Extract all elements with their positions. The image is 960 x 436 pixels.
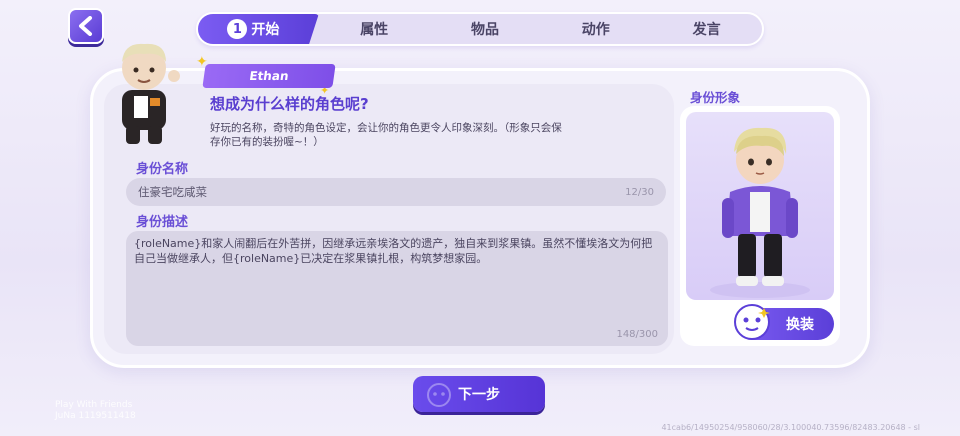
tab-label: 发言 xyxy=(692,22,721,38)
tab-speech[interactable]: 发言 xyxy=(651,14,762,44)
tab-start[interactable]: 1 开始 xyxy=(198,14,319,44)
appearance-title: 身份形象 xyxy=(690,90,741,105)
tab-label: 属性 xyxy=(360,22,389,38)
identity-desc-value: {roleName}和家人闹翻后在外苦拼，因继承远亲埃洛文的遗产，独自来到浆果镇… xyxy=(134,237,653,265)
identity-desc-textarea[interactable]: {roleName}和家人闹翻后在外苦拼，因继承远亲埃洛文的遗产，独自来到浆果镇… xyxy=(126,231,668,346)
page-title: 想成为什么样的角色呢? xyxy=(210,95,369,113)
mascot-watermark-icon xyxy=(427,383,451,407)
appearance-preview xyxy=(686,112,834,300)
tab-items[interactable]: 物品 xyxy=(430,14,541,44)
identity-name-value: 住豪宅吃咸菜 xyxy=(138,185,207,199)
step-tabs: 1 开始 属性 物品 动作 发言 xyxy=(196,12,764,46)
tab-label: 开始 xyxy=(251,22,280,38)
intro-description: 好玩的名称，奇特的角色设定，会让你的角色更令人印象深刻。（形象只会保存你已有的装… xyxy=(210,122,562,148)
identity-name-input[interactable]: 住豪宅吃咸菜 12/30 xyxy=(126,178,666,206)
tab-attributes[interactable]: 属性 xyxy=(319,14,430,44)
identity-name-label: 身份名称 xyxy=(136,162,189,177)
player-avatar xyxy=(122,43,180,144)
back-button[interactable] xyxy=(68,8,104,44)
player-name-tag: Ethan xyxy=(202,64,336,88)
build-info: 41cab6/14950254/958060/28/3.100040.73596… xyxy=(661,423,920,432)
identity-desc-label: 身份描述 xyxy=(136,215,189,230)
tab-label: 动作 xyxy=(581,22,610,38)
chevron-left-icon xyxy=(79,16,92,36)
change-outfit-label: 换装 xyxy=(786,317,814,333)
player-name: Ethan xyxy=(248,69,290,83)
character-preview xyxy=(710,127,810,298)
step-number: 1 xyxy=(227,19,248,39)
watermark: Play With Friends JuNa 1119511418 xyxy=(55,400,136,422)
mascot-icon xyxy=(734,304,770,340)
identity-name-counter: 12/30 xyxy=(625,186,654,198)
identity-desc-counter: 148/300 xyxy=(616,329,658,340)
watermark-line: Play With Friends xyxy=(55,400,133,410)
tab-label: 物品 xyxy=(470,22,499,38)
watermark-line: JuNa 1119511418 xyxy=(55,411,136,421)
tab-actions[interactable]: 动作 xyxy=(540,14,651,44)
next-step-label: 下一步 xyxy=(458,387,500,403)
